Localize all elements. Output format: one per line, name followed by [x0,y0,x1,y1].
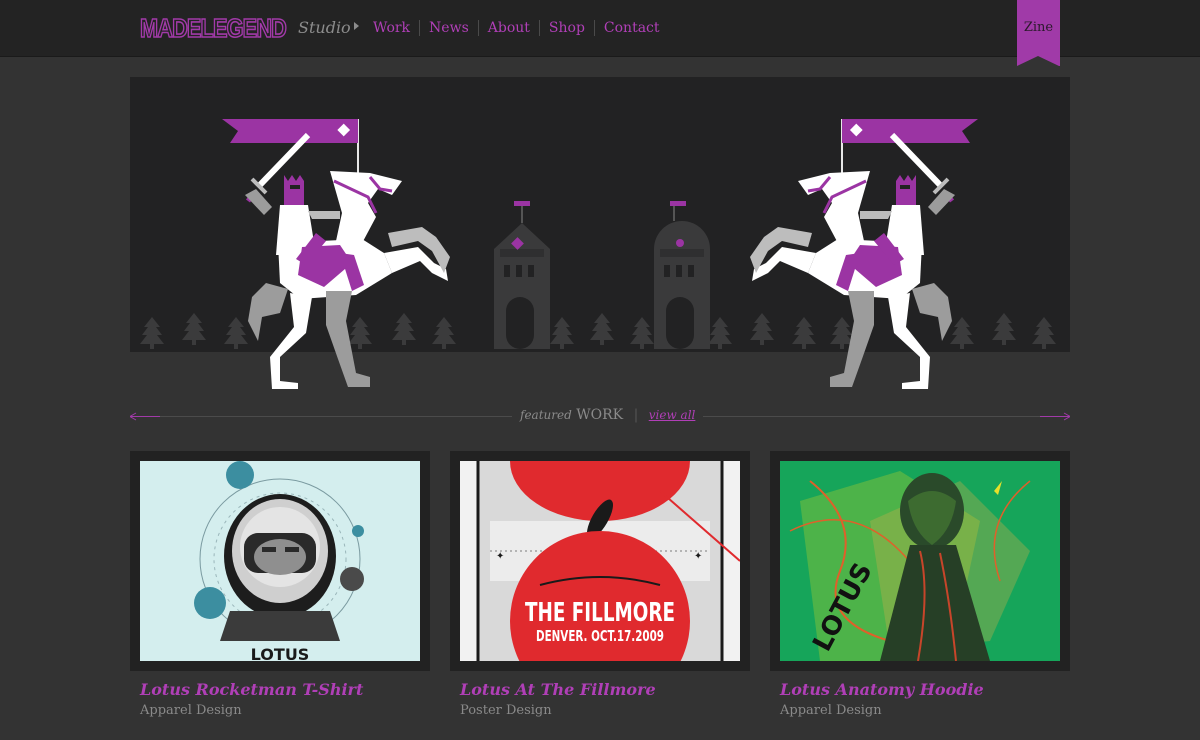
fillmore-art-date: DENVER. OCT.17.2009 [536,627,664,645]
nav-about[interactable]: About [477,20,539,36]
fillmore-thumbnail[interactable]: THE FILLMORE DENVER. OCT.17.2009 ✦ ✦ [460,461,740,661]
work-card-2[interactable]: THE FILLMORE DENVER. OCT.17.2009 ✦ ✦ [450,451,750,671]
ribbon-notch [1017,56,1059,66]
work-card-1[interactable]: LOTUS [130,451,430,671]
section-name: Studio [298,18,351,37]
rocketman-art-text: LOTUS [251,645,310,661]
svg-text:✦: ✦ [694,551,702,562]
nav-work[interactable]: Work [373,20,419,36]
card-title-2[interactable]: Lotus At The Fillmore [460,680,656,699]
card-category-3: Apparel Design [780,703,882,718]
card-title-3[interactable]: Lotus Anatomy Hoodie [780,680,984,699]
divider-arrow-left-icon [130,412,160,421]
site-logo[interactable]: MADELEGEND [140,14,290,42]
main-nav: Work News About Shop Contact [373,20,669,36]
card-category-1: Apparel Design [140,703,242,718]
rocketman-thumbnail[interactable]: LOTUS [140,461,420,661]
breadcrumb-arrow-icon [354,22,359,30]
hero-illustration [140,77,1056,407]
view-all-link[interactable]: view all [649,408,696,422]
knight-left-icon [222,119,450,389]
nav-contact[interactable]: Contact [593,20,669,36]
heading-separator: | [633,407,639,423]
logo-text: MADELEGEND [140,14,286,42]
anatomy-thumbnail[interactable]: LOTUS [780,461,1060,661]
divider-arrow-right-icon [1040,412,1070,421]
castle-tower-right [654,201,710,349]
zine-label: Zine [1023,20,1054,35]
svg-text:✦: ✦ [496,551,504,562]
card-title-1[interactable]: Lotus Rocketman T-Shirt [140,680,363,699]
fillmore-art-title: THE FILLMORE [525,598,675,628]
castle-tower-left [494,201,550,349]
featured-lead: featured [520,408,572,422]
work-card-3[interactable]: LOTUS [770,451,1070,671]
featured-heading: WORK [576,407,624,423]
nav-shop[interactable]: Shop [538,20,594,36]
featured-work-heading: featured WORK | view all [512,407,704,423]
nav-news[interactable]: News [419,20,478,36]
knight-right-icon [750,119,978,389]
card-category-2: Poster Design [460,703,552,718]
